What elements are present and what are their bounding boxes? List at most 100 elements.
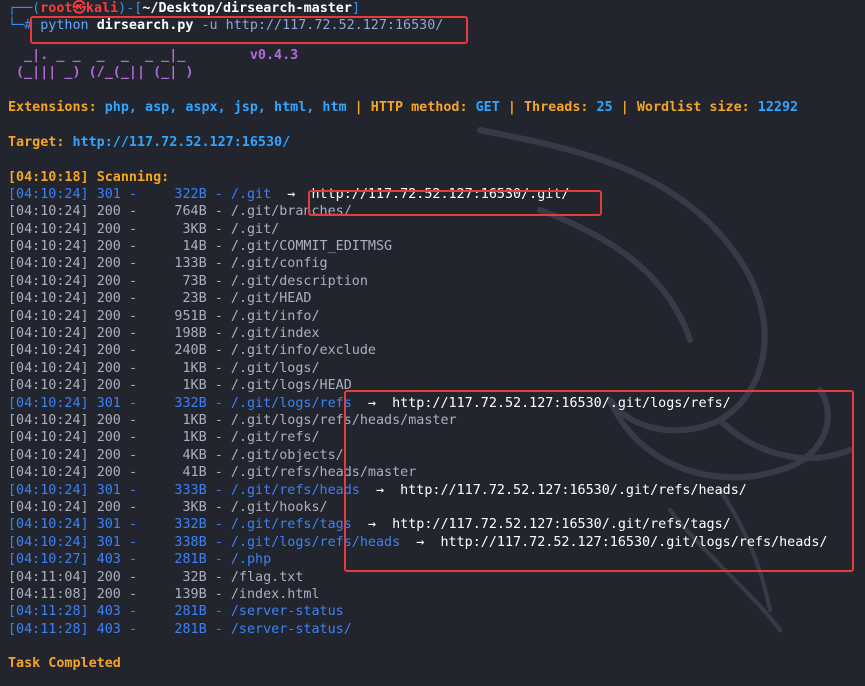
result-status: 200 [96,326,121,342]
result-dash: - [214,534,223,550]
result-row: [04:11:28] 403 -281B - /server-status [8,603,858,620]
result-path: /.git/logs/HEAD [230,378,352,394]
result-row: [04:10:24] 301 -338B - /.git/logs/refs/h… [8,534,858,551]
result-size: 133B [174,256,207,272]
result-dash: - [128,586,137,602]
result-size: 14B [182,239,207,255]
result-path: /.git/logs/refs/heads [230,534,401,550]
result-dash: - [128,534,137,550]
result-dash: - [214,378,223,394]
logo-line-1: _|. _ _ _ _ _ _|_ v0.4.3 [8,47,858,64]
result-row: [04:11:04] 200 -32B - /flag.txt [8,569,858,586]
result-path: /.git/refs/tags [230,517,352,533]
result-status: 200 [96,239,121,255]
result-dash: - [128,552,137,568]
result-path: /server-status/ [230,621,352,637]
prompt-decoration: ┌──( [8,1,41,16]
result-dash: - [128,186,137,202]
result-row: [04:10:24] 301 -333B - /.git/refs/heads … [8,482,858,499]
result-status: 200 [96,291,121,307]
result-dash: - [128,621,137,637]
result-dash: - [214,517,223,533]
result-dash: - [128,465,137,481]
result-redirect-url: http://117.72.52.127:16530/.git/ [311,186,570,202]
result-time: [04:10:24] [8,430,89,446]
prompt-user: root㉿kali [40,1,119,16]
result-path: /.git/config [230,256,328,272]
result-dash: - [128,204,137,220]
result-status: 200 [96,273,121,289]
result-size: 1KB [182,360,207,376]
separator: | [507,99,516,115]
result-time: [04:10:24] [8,221,89,237]
result-path: /.git/refs/ [230,430,320,446]
prompt-line-2[interactable]: └─# python dirsearch.py -u http://117.72… [8,17,858,34]
result-dash: - [128,499,137,515]
result-dash: - [128,378,137,394]
result-dash: - [214,482,223,498]
result-dash: - [214,239,223,255]
result-time: [04:10:24] [8,291,89,307]
target-url: http://117.72.52.127:16530/ [72,134,291,150]
redirect-arrow-icon: → [287,186,296,202]
result-time: [04:10:24] [8,378,89,394]
result-size: 764B [174,204,207,220]
result-time: [04:10:24] [8,326,89,342]
result-dash: - [214,552,223,568]
result-row: [04:11:28] 403 -281B - /server-status/ [8,621,858,638]
redirect-arrow-icon: → [367,517,376,533]
result-row: [04:10:24] 200 -3KB - /.git/hooks/ [8,499,858,516]
result-time: [04:10:24] [8,256,89,272]
scan-start-line: [04:10:18] Scanning: [8,169,858,186]
command-program: python [40,18,89,34]
prompt-path: ~/Desktop/dirsearch-master [142,1,352,16]
result-row: [04:10:24] 301 -332B - /.git/refs/tags →… [8,516,858,533]
prompt-decoration: ] [351,1,360,16]
result-dash: - [128,412,137,428]
prompt-line-1: ┌──(root㉿kali)-[~/Desktop/dirsearch-mast… [8,0,858,17]
result-dash: - [128,395,137,411]
logo-line-2: (_||| _) (/_(_|| (_| ) [8,65,194,81]
result-status: 301 [96,395,121,411]
result-path: /.git/ [230,221,280,237]
result-size: 4KB [182,447,207,463]
result-size: 3KB [182,221,207,237]
result-size: 240B [174,343,207,359]
result-path: /.git/logs/ [230,360,320,376]
result-row: [04:10:24] 200 -23B - /.git/HEAD [8,290,858,307]
result-path: /.git/info/ [230,308,320,324]
result-size: 338B [174,534,207,550]
result-time: [04:10:24] [8,308,89,324]
result-status: 200 [96,586,121,602]
result-dash: - [128,517,137,533]
result-path: /.git/refs/heads [230,482,360,498]
result-time: [04:10:24] [8,186,89,202]
result-size: 73B [182,273,207,289]
result-size: 281B [174,604,207,620]
result-dash: - [214,221,223,237]
result-time: [04:10:24] [8,517,89,533]
result-dash: - [128,326,137,342]
result-status: 403 [96,552,121,568]
result-dash: - [214,447,223,463]
extensions-value: php, asp, aspx, jsp, html, htm [104,99,347,115]
result-row: [04:10:24] 200 -240B - /.git/info/exclud… [8,342,858,359]
result-path: /.git [230,186,272,202]
result-dash: - [128,604,137,620]
threads-value: 25 [596,99,613,115]
redirect-arrow-icon: → [416,534,425,550]
result-time: [04:10:24] [8,395,89,411]
result-size: 1KB [182,412,207,428]
result-row: [04:10:24] 200 -951B - /.git/info/ [8,308,858,325]
result-size: 41B [182,465,207,481]
result-dash: - [214,586,223,602]
result-path: /flag.txt [230,569,304,585]
result-status: 200 [96,447,121,463]
result-size: 332B [174,395,207,411]
result-path: /.git/logs/refs/heads/master [230,412,457,428]
result-dash: - [214,499,223,515]
result-status: 301 [96,534,121,550]
result-dash: - [214,360,223,376]
result-status: 200 [96,308,121,324]
command-args: -u http://117.72.52.127:16530/ [201,18,444,34]
